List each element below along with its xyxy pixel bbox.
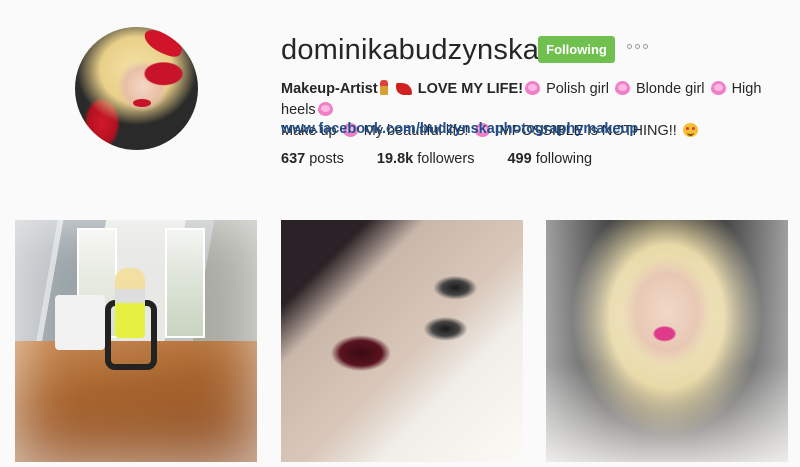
post-thumbnail[interactable]	[15, 220, 257, 462]
following-label: following	[535, 151, 593, 167]
posts-label: posts	[309, 151, 344, 167]
profile-website-link[interactable]: www.facebook.com/budzynskaphotographymak…	[281, 121, 638, 137]
more-options-button[interactable]	[627, 44, 648, 49]
followers-count: 19.8k	[376, 151, 414, 167]
profile-avatar[interactable]	[75, 27, 198, 150]
post-thumbnail[interactable]	[281, 220, 523, 462]
pink-heart-icon	[614, 81, 630, 95]
post-thumbnail[interactable]	[546, 220, 788, 462]
followers-stat[interactable]: 19.8k followers	[377, 151, 475, 167]
lipstick-icon	[379, 80, 388, 95]
following-stat[interactable]: 499 following	[507, 151, 592, 167]
following-button[interactable]: Following	[538, 36, 615, 63]
following-count: 499	[507, 151, 532, 167]
ellipsis-icon	[643, 44, 648, 49]
photo-vignette	[15, 220, 257, 462]
ellipsis-icon	[635, 44, 640, 49]
pink-heart-icon	[317, 102, 333, 116]
bio-blonde: Blonde girl	[635, 81, 705, 97]
profile-username: dominikabudzynska	[281, 34, 540, 66]
high-heel-icon	[395, 83, 412, 95]
bio-polish: Polish girl	[546, 81, 609, 97]
avatar-lips	[133, 99, 151, 107]
bio-motto: LOVE MY LIFE!	[417, 81, 524, 97]
posts-count: 637	[281, 151, 306, 167]
heart-eyes-icon	[682, 123, 698, 137]
pink-heart-icon	[525, 81, 541, 95]
profile-stats: 637 posts 19.8k followers 499 following	[281, 151, 625, 167]
bio-title: Makeup-Artist	[281, 81, 378, 97]
photo-veil	[546, 220, 788, 462]
followers-label: followers	[417, 151, 475, 167]
avatar-bow	[140, 27, 186, 60]
pink-heart-icon	[710, 81, 726, 95]
ellipsis-icon	[627, 44, 632, 49]
posts-stat[interactable]: 637 posts	[281, 151, 344, 167]
